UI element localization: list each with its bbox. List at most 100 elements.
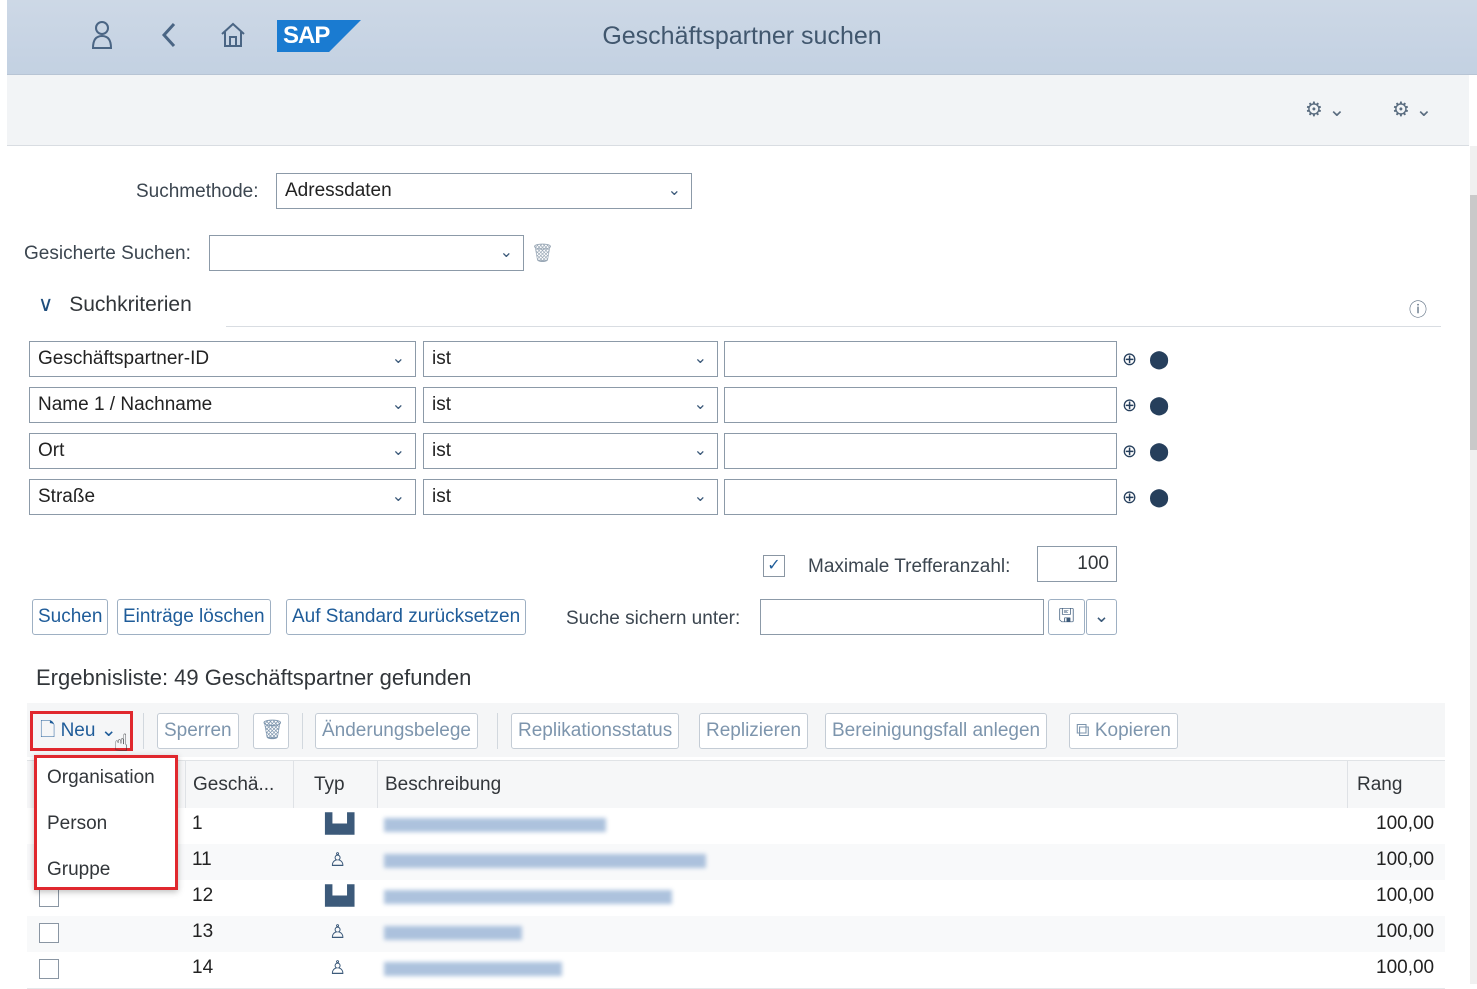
criteria-field-select[interactable]: Straße ⌄ (29, 479, 416, 515)
criteria-field-value: Geschäftspartner-ID (38, 348, 210, 369)
criteria-divider (226, 326, 1441, 327)
delete-button[interactable]: 🗑 (253, 713, 289, 749)
criteria-operator-value: ist (432, 486, 451, 507)
save-icon: 🖫 (1058, 606, 1075, 627)
table-row[interactable]: 1 ▙▟ 100,00 (27, 808, 1445, 845)
replication-status-button[interactable]: Replikationsstatus (511, 713, 680, 749)
remove-row-icon[interactable]: ⬤ (1149, 349, 1169, 370)
copy-label: Kopieren (1094, 720, 1171, 741)
row-description-redacted (384, 926, 522, 940)
row-rank: 100,00 (1376, 957, 1435, 978)
criteria-value-input[interactable] (724, 479, 1117, 515)
table-row[interactable]: 14 ♙ 100,00 (27, 952, 1445, 989)
criteria-operator-select[interactable]: ist ⌄ (423, 387, 718, 423)
clear-entries-button[interactable]: Einträge löschen (117, 599, 271, 635)
row-description-redacted (384, 962, 562, 976)
add-row-icon[interactable]: ⊕ (1122, 395, 1137, 416)
add-row-icon[interactable]: ⊕ (1122, 487, 1137, 508)
remove-row-icon[interactable]: ⬤ (1149, 487, 1169, 508)
search-method-value: Adressdaten (285, 180, 392, 201)
reset-default-button[interactable]: Auf Standard zurücksetzen (286, 599, 527, 635)
column-header-description[interactable]: Beschreibung (385, 774, 501, 796)
col-divider (293, 761, 294, 809)
criteria-field-value: Name 1 / Nachname (38, 394, 213, 415)
criteria-toggle[interactable]: ∨ Suchkriterien (38, 292, 192, 317)
criteria-value-input[interactable] (724, 433, 1117, 469)
more-settings-menu-icon[interactable]: ⚙ ⌄ (1392, 97, 1432, 122)
row-description-redacted (384, 854, 706, 868)
row-rank: 100,00 (1376, 813, 1435, 834)
add-row-icon[interactable]: ⊕ (1122, 349, 1137, 370)
save-search-menu-button[interactable]: ⌄ (1086, 599, 1117, 635)
row-description-redacted (384, 818, 606, 832)
column-header-rank[interactable]: Rang (1357, 774, 1402, 796)
new-dropdown-menu: Organisation Person Gruppe (34, 755, 178, 890)
column-header-id[interactable]: Geschä... (193, 774, 274, 796)
criteria-value-input[interactable] (724, 387, 1117, 423)
search-method-select[interactable]: Adressdaten ⌄ (276, 173, 692, 209)
saved-searches-select[interactable]: ⌄ (209, 235, 524, 271)
add-row-icon[interactable]: ⊕ (1122, 441, 1137, 462)
search-method-label: Suchmethode: (136, 181, 259, 202)
person-icon: ♙ (329, 958, 347, 979)
criteria-value-input[interactable] (724, 341, 1117, 377)
max-hits-label: Maximale Trefferanzahl: (808, 556, 1011, 577)
menu-item-group[interactable]: Gruppe (47, 859, 110, 881)
row-rank: 100,00 (1376, 885, 1435, 906)
app-toolbar: ⚙ ⌄ ⚙ ⌄ (7, 75, 1469, 146)
row-checkbox[interactable] (39, 959, 59, 979)
trash-icon[interactable]: 🗑 (531, 243, 554, 264)
results-title: Ergebnisliste: 49 Geschäftspartner gefun… (36, 665, 472, 690)
table-row[interactable]: 13 ♙ 100,00 (27, 916, 1445, 953)
save-search-input[interactable] (760, 599, 1044, 635)
person-icon: ♙ (329, 850, 347, 871)
criteria-operator-select[interactable]: ist ⌄ (423, 341, 718, 377)
menu-item-person[interactable]: Person (47, 813, 107, 835)
criteria-field-select[interactable]: Geschäftspartner-ID ⌄ (29, 341, 416, 377)
criteria-operator-value: ist (432, 440, 451, 461)
replicate-button[interactable]: Replizieren (699, 713, 809, 749)
table-row[interactable]: 11 ♙ 100,00 (27, 844, 1445, 881)
copy-button[interactable]: ⧉ Kopieren (1069, 713, 1178, 749)
row-rank: 100,00 (1376, 849, 1435, 870)
search-button[interactable]: Suchen (32, 599, 109, 635)
column-header-type[interactable]: Typ (314, 774, 345, 796)
organization-icon: ▙▟ (325, 814, 355, 835)
row-checkbox[interactable] (39, 923, 59, 943)
criteria-operator-select[interactable]: ist ⌄ (423, 433, 718, 469)
row-id: 13 (192, 921, 214, 942)
row-id: 1 (192, 813, 203, 834)
chevron-down-icon: ⌄ (391, 488, 405, 505)
shell-header: SAP Geschäftspartner suchen (7, 0, 1477, 75)
save-search-label: Suche sichern unter: (566, 608, 741, 629)
criteria-operator-select[interactable]: ist ⌄ (423, 479, 718, 515)
create-cleanup-case-button[interactable]: Bereinigungsfall anlegen (825, 713, 1048, 749)
table-row[interactable]: 12 ▙▟ 100,00 (27, 880, 1445, 917)
criteria-field-select[interactable]: Ort ⌄ (29, 433, 416, 469)
change-documents-button[interactable]: Änderungsbelege (315, 713, 478, 749)
save-search-button[interactable]: 🖫 (1048, 599, 1085, 635)
col-divider (377, 761, 378, 809)
chevron-down-icon: ⌄ (391, 396, 405, 413)
settings-menu-icon[interactable]: ⚙ ⌄ (1305, 97, 1345, 122)
chevron-down-icon: ⌄ (667, 182, 681, 199)
person-icon: ♙ (329, 922, 347, 943)
row-rank: 100,00 (1376, 921, 1435, 942)
copy-icon: ⧉ (1076, 720, 1090, 741)
menu-item-organisation[interactable]: Organisation (47, 767, 155, 789)
row-checkbox[interactable] (39, 887, 59, 907)
criteria-field-select[interactable]: Name 1 / Nachname ⌄ (29, 387, 416, 423)
trash-icon: 🗑 (260, 720, 285, 741)
saved-searches-label: Gesicherte Suchen: (24, 243, 191, 264)
remove-row-icon[interactable]: ⬤ (1149, 441, 1169, 462)
max-hits-checkbox[interactable]: ✓ (763, 555, 785, 577)
help-icon[interactable]: ⓘ (1409, 296, 1427, 322)
remove-row-icon[interactable]: ⬤ (1149, 395, 1169, 416)
scrollbar-thumb[interactable] (1470, 195, 1477, 450)
lock-button[interactable]: Sperren (157, 713, 239, 749)
toolbar-separator (143, 713, 144, 749)
max-hits-input[interactable]: 100 (1037, 546, 1117, 582)
page-title: Geschäftspartner suchen (602, 22, 882, 50)
col-divider (1347, 761, 1348, 809)
criteria-operator-value: ist (432, 394, 451, 415)
